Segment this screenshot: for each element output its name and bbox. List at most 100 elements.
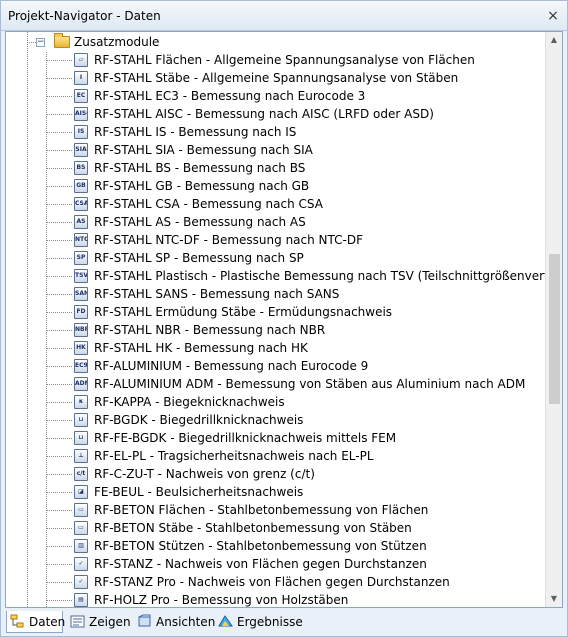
tree-item[interactable]: AISC RF-STAHL AISC - Bemessung nach AISC … bbox=[6, 106, 546, 124]
tree-item[interactable]: EC9 RF-ALUMINIUM - Bemessung nach Eurocod… bbox=[6, 358, 546, 376]
scroll-down-icon[interactable]: ▼ bbox=[546, 591, 562, 607]
tree-item[interactable]: HK RF-STAHL HK - Bemessung nach HK bbox=[6, 340, 546, 358]
tree-guide-line bbox=[46, 312, 72, 313]
rf-stanz-pro-icon: ✓ bbox=[74, 575, 88, 589]
rf-beton-staebe-icon: ▭ bbox=[74, 521, 88, 535]
rf-stahl-csa-icon: CSA bbox=[74, 197, 88, 211]
tab-label: Daten bbox=[29, 615, 66, 629]
tree-item[interactable]: GB RF-STAHL GB - Bemessung nach GB bbox=[6, 178, 546, 196]
rf-bgdk-icon: ⊔ bbox=[74, 413, 88, 427]
rf-aluminium-icon: EC9 bbox=[74, 359, 88, 373]
tree-item[interactable]: NBR RF-STAHL NBR - Bemessung nach NBR bbox=[6, 322, 546, 340]
tree-guide-line bbox=[46, 384, 72, 385]
rf-stahl-aisc-icon: AISC bbox=[74, 107, 88, 121]
tree-item[interactable]: SANS RF-STAHL SANS - Bemessung nach SANS bbox=[6, 286, 546, 304]
rf-stahl-staebe-icon: Ⅰ bbox=[74, 71, 88, 85]
tree-guide-line bbox=[46, 60, 72, 61]
tree-item[interactable]: ⊔ RF-FE-BGDK - Biegedrillknicknachweis mi… bbox=[6, 430, 546, 448]
module-tree: − Zusatzmodule ▱ RF-STAHL Flächen - Allge… bbox=[6, 32, 562, 607]
tree-item-label: RF-STAHL Plastisch - Plastische Bemessun… bbox=[94, 269, 563, 283]
tree-item[interactable]: TSV RF-STAHL Plastisch - Plastische Bemes… bbox=[6, 268, 562, 286]
tree-item[interactable]: NTC RF-STAHL NTC-DF - Bemessung nach NTC-… bbox=[6, 232, 546, 250]
rf-stahl-bs-icon: BS bbox=[74, 161, 88, 175]
tree-item-label: RF-BETON Stützen - Stahlbetonbemessung v… bbox=[94, 539, 427, 553]
scroll-up-icon[interactable]: ▲ bbox=[546, 32, 562, 48]
tree-guide-line bbox=[46, 366, 72, 367]
tab-ergebnisse[interactable]: Ergebnisse bbox=[215, 611, 303, 633]
tab-label: Zeigen bbox=[89, 615, 131, 629]
folder-label: Zusatzmodule bbox=[74, 35, 160, 49]
vertical-scrollbar[interactable]: ▲ ▼ bbox=[545, 32, 562, 607]
rf-beton-flaechen-icon: ▭ bbox=[74, 503, 88, 517]
tree-item[interactable]: BS RF-STAHL BS - Bemessung nach BS bbox=[6, 160, 546, 178]
tree-guide-line bbox=[46, 132, 72, 133]
tree-guide-line bbox=[46, 564, 72, 565]
tree-item-label: RF-KAPPA - Biegeknicknachweis bbox=[94, 395, 285, 409]
tree-guide-line bbox=[46, 330, 72, 331]
tree-item-label: RF-STAHL EC3 - Bemessung nach Eurocode 3 bbox=[94, 89, 366, 103]
tree-item-label: RF-STAHL SANS - Bemessung nach SANS bbox=[94, 287, 340, 301]
tree-item[interactable]: SP RF-STAHL SP - Bemessung nach SP bbox=[6, 250, 546, 268]
display-icon bbox=[70, 615, 85, 628]
tree-item[interactable]: IS RF-STAHL IS - Bemessung nach IS bbox=[6, 124, 546, 142]
rf-stahl-sans-icon: SANS bbox=[74, 287, 88, 301]
tree-guide-line bbox=[46, 114, 72, 115]
tree-item-label: RF-ALUMINIUM ADM - Bemessung von Stäben … bbox=[94, 377, 526, 391]
tree-item-label: RF-STAHL Flächen - Allgemeine Spannungsa… bbox=[94, 53, 475, 67]
tree-folder-zusatzmodule[interactable]: − Zusatzmodule bbox=[6, 33, 546, 52]
tree-item[interactable]: SIA RF-STAHL SIA - Bemessung nach SIA bbox=[6, 142, 546, 160]
rf-stahl-is-icon: IS bbox=[74, 125, 88, 139]
tree-guide-line bbox=[46, 240, 72, 241]
tree-item-label: RF-ALUMINIUM - Bemessung nach Eurocode 9 bbox=[94, 359, 369, 373]
tree-item-label: RF-STAHL Stäbe - Allgemeine Spannungsana… bbox=[94, 71, 459, 85]
fe-beul-icon: ◪ bbox=[74, 485, 88, 499]
tree-item[interactable]: ⊔ RF-BGDK - Biegedrillknicknachweis bbox=[6, 412, 546, 430]
rf-stahl-ermuedung-icon: FD bbox=[74, 305, 88, 319]
tree-item[interactable]: ⊥ RF-EL-PL - Tragsicherheitsnachweis nach… bbox=[6, 448, 546, 466]
tree-guide-line bbox=[46, 492, 72, 493]
tree-guide-line bbox=[46, 78, 72, 79]
rf-stahl-ec3-icon: EC bbox=[74, 89, 88, 103]
tree-item[interactable]: EC RF-STAHL EC3 - Bemessung nach Eurocode… bbox=[6, 88, 546, 106]
tree-item-label: RF-STAHL IS - Bemessung nach IS bbox=[94, 125, 297, 139]
tree-item[interactable]: ▭ RF-BETON Flächen - Stahlbetonbemessung … bbox=[6, 502, 546, 520]
tree-item[interactable]: ADM RF-ALUMINIUM ADM - Bemessung von Stäb… bbox=[6, 376, 546, 394]
tree-item-label: RF-STAHL HK - Bemessung nach HK bbox=[94, 341, 308, 355]
tree-item[interactable]: ▱ RF-STAHL Flächen - Allgemeine Spannungs… bbox=[6, 52, 546, 70]
tab-ansichten[interactable]: Ansichten bbox=[134, 611, 215, 633]
tab-daten[interactable]: Daten bbox=[6, 611, 66, 633]
tree-item[interactable]: ▤ RF-HOLZ Pro - Bemessung von Holzstäben bbox=[6, 592, 546, 607]
tree-item[interactable]: ▥ RF-BETON Stützen - Stahlbetonbemessung … bbox=[6, 538, 546, 556]
tree-item-label: RF-STAHL CSA - Bemessung nach CSA bbox=[94, 197, 323, 211]
tree-guide-line bbox=[27, 42, 36, 43]
tree-item[interactable]: FD RF-STAHL Ermüdung Stäbe - Ermüdungsnac… bbox=[6, 304, 546, 322]
tree-guide-line bbox=[46, 204, 72, 205]
close-icon[interactable]: × bbox=[545, 8, 561, 24]
tab-zeigen[interactable]: Zeigen bbox=[67, 611, 131, 633]
collapse-icon[interactable]: − bbox=[36, 38, 45, 47]
tree-guide-line bbox=[46, 582, 72, 583]
tree-guide-line bbox=[46, 168, 72, 169]
tree-item[interactable]: κ RF-KAPPA - Biegeknicknachweis bbox=[6, 394, 546, 412]
tree-guide-line bbox=[46, 294, 72, 295]
tree-item[interactable]: ✓ RF-STANZ - Nachweis von Flächen gegen D… bbox=[6, 556, 546, 574]
rf-stahl-as-icon: AS bbox=[74, 215, 88, 229]
tree-item[interactable]: Ⅰ RF-STAHL Stäbe - Allgemeine Spannungsan… bbox=[6, 70, 546, 88]
window-title: Projekt-Navigator - Daten bbox=[8, 9, 161, 23]
tree-item[interactable]: ▭ RF-BETON Stäbe - Stahlbetonbemessung vo… bbox=[6, 520, 546, 538]
folder-open-icon bbox=[54, 33, 70, 48]
tree-guide-line bbox=[46, 600, 72, 601]
rf-stahl-ntc-df-icon: NTC bbox=[74, 233, 88, 247]
rf-holz-pro-icon: ▤ bbox=[74, 593, 88, 607]
tree-item[interactable]: ✓ RF-STANZ Pro - Nachweis von Flächen geg… bbox=[6, 574, 546, 592]
tree-guide-line bbox=[46, 348, 72, 349]
tree-item-label: RF-BGDK - Biegedrillknicknachweis bbox=[94, 413, 304, 427]
rf-stahl-sia-icon: SIA bbox=[74, 143, 88, 157]
scrollbar-thumb[interactable] bbox=[549, 254, 560, 404]
tree-item[interactable]: c/t RF-C-ZU-T - Nachweis von grenz (c/t) bbox=[6, 466, 546, 484]
tree-item[interactable]: ◪ FE-BEUL - Beulsicherheitsnachweis bbox=[6, 484, 546, 502]
tree-item[interactable]: CSA RF-STAHL CSA - Bemessung nach CSA bbox=[6, 196, 546, 214]
data-tree-icon bbox=[10, 614, 24, 628]
tree-item[interactable]: AS RF-STAHL AS - Bemessung nach AS bbox=[6, 214, 546, 232]
tree-item-label: RF-STANZ - Nachweis von Flächen gegen Du… bbox=[94, 557, 427, 571]
